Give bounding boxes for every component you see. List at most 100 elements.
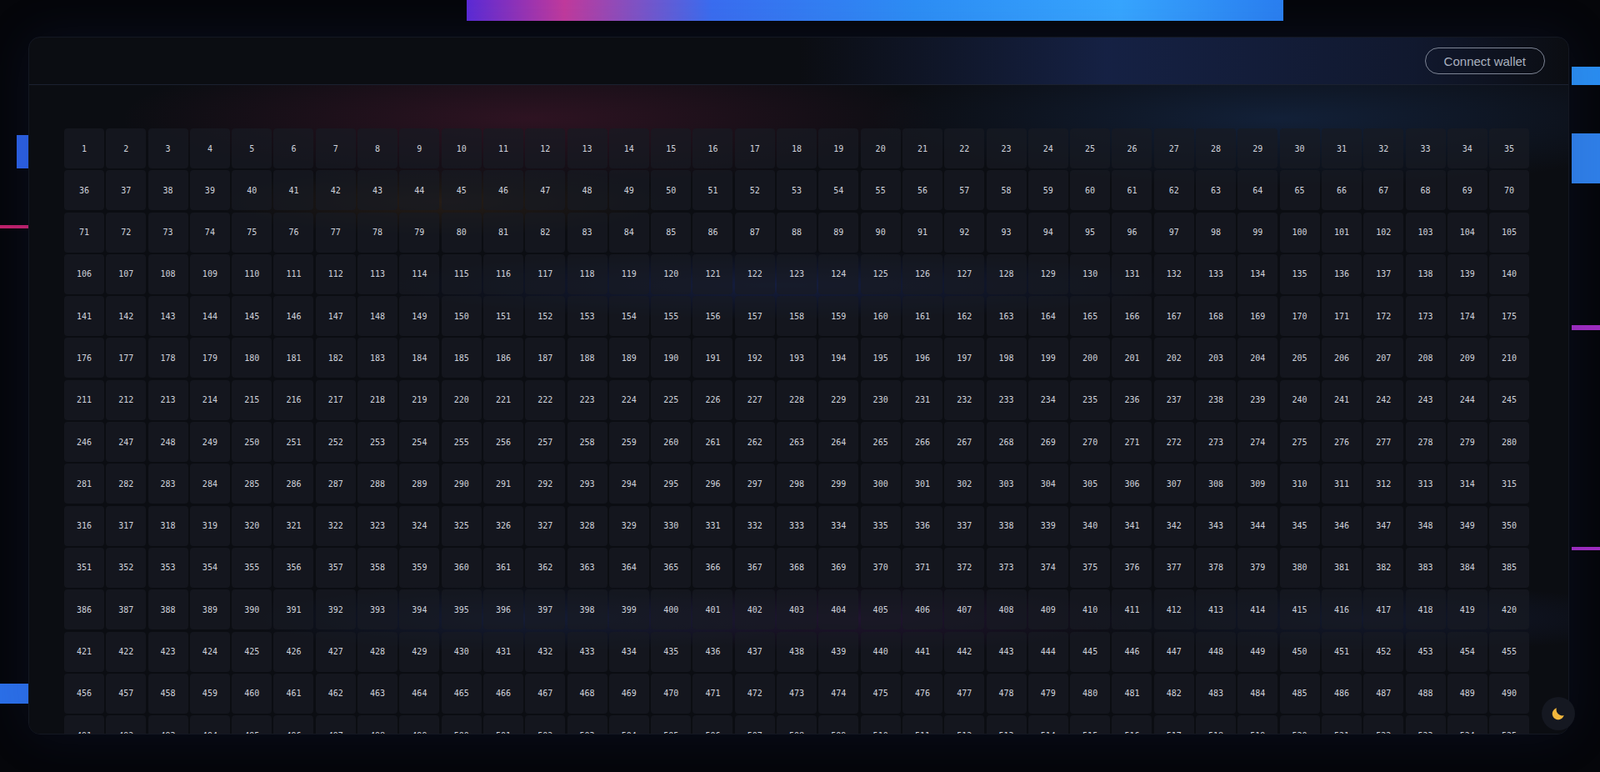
grid-cell[interactable]: 88 [776,212,817,253]
grid-cell[interactable]: 205 [1280,337,1320,378]
grid-cell[interactable]: 347 [1363,505,1404,546]
grid-cell[interactable]: 350 [1489,505,1530,546]
grid-cell[interactable]: 374 [1028,547,1069,588]
grid-cell[interactable]: 41 [273,170,314,210]
grid-cell[interactable]: 78 [357,212,398,253]
grid-cell[interactable]: 405 [860,589,901,630]
grid-cell[interactable]: 63 [1195,170,1236,210]
grid-cell[interactable]: 277 [1363,421,1404,462]
grid-cell[interactable]: 18 [776,128,817,169]
grid-cell[interactable]: 243 [1405,380,1446,420]
grid-cell[interactable]: 103 [1405,212,1446,253]
grid-cell[interactable]: 236 [1111,380,1152,420]
grid-cell[interactable]: 453 [1405,631,1446,672]
grid-cell[interactable]: 290 [441,463,482,504]
grid-cell[interactable]: 433 [567,631,608,672]
grid-cell[interactable]: 483 [1195,673,1236,714]
grid-cell[interactable]: 224 [609,380,650,420]
grid-cell[interactable]: 249 [190,421,230,462]
grid-cell[interactable]: 219 [399,380,440,420]
grid-cell[interactable]: 70 [1489,170,1530,210]
grid-cell[interactable]: 207 [1363,337,1404,378]
grid-cell[interactable]: 196 [902,337,943,378]
grid-cell[interactable]: 365 [650,547,691,588]
grid-cell[interactable]: 457 [105,673,146,714]
grid-cell[interactable]: 5 [231,128,272,169]
grid-cell[interactable]: 466 [483,673,524,714]
grid-cell[interactable]: 425 [231,631,272,672]
grid-cell[interactable]: 68 [1405,170,1446,210]
grid-cell[interactable]: 314 [1447,463,1488,504]
grid-cell[interactable]: 458 [148,673,189,714]
grid-cell[interactable]: 193 [776,337,817,378]
grid-cell[interactable]: 475 [860,673,901,714]
grid-cell[interactable]: 354 [190,547,230,588]
grid-cell[interactable]: 123 [776,254,817,295]
grid-cell[interactable]: 101 [1321,212,1362,253]
grid-cell[interactable]: 111 [273,254,314,295]
grid-cell[interactable]: 280 [1489,421,1530,462]
grid-cell[interactable]: 10 [441,128,482,169]
grid-cell[interactable]: 432 [525,631,565,672]
grid-cell[interactable]: 93 [986,212,1027,253]
grid-cell[interactable]: 320 [231,505,272,546]
grid-cell[interactable]: 476 [902,673,943,714]
grid-cell[interactable]: 246 [64,421,105,462]
grid-cell[interactable]: 56 [902,170,943,210]
grid-cell[interactable]: 69 [1447,170,1488,210]
grid-cell[interactable]: 407 [944,589,985,630]
grid-cell[interactable]: 278 [1405,421,1446,462]
grid-cell[interactable]: 133 [1195,254,1236,295]
grid-cell[interactable]: 298 [776,463,817,504]
grid-cell[interactable]: 332 [735,505,775,546]
grid-cell[interactable]: 522 [1363,715,1404,734]
grid-cell[interactable]: 258 [567,421,608,462]
grid-cell[interactable]: 500 [441,715,482,734]
grid-cell[interactable]: 232 [944,380,985,420]
grid-cell[interactable]: 39 [190,170,230,210]
grid-cell[interactable]: 358 [357,547,398,588]
grid-cell[interactable]: 333 [776,505,817,546]
grid-cell[interactable]: 305 [1070,463,1110,504]
grid-cell[interactable]: 131 [1111,254,1152,295]
grid-cell[interactable]: 406 [902,589,943,630]
grid-cell[interactable]: 446 [1111,631,1152,672]
grid-cell[interactable]: 397 [525,589,565,630]
grid-cell[interactable]: 141 [64,295,105,336]
grid-cell[interactable]: 160 [860,295,901,336]
grid-cell[interactable]: 91 [902,212,943,253]
grid-cell[interactable]: 465 [441,673,482,714]
grid-cell[interactable]: 327 [525,505,565,546]
grid-cell[interactable]: 37 [105,170,146,210]
grid-cell[interactable]: 345 [1280,505,1320,546]
grid-cell[interactable]: 130 [1070,254,1110,295]
grid-cell[interactable]: 423 [148,631,189,672]
grid-cell[interactable]: 144 [190,295,230,336]
grid-cell[interactable]: 518 [1195,715,1236,734]
grid-cell[interactable]: 357 [315,547,356,588]
grid-cell[interactable]: 399 [609,589,650,630]
grid-cell[interactable]: 61 [1111,170,1152,210]
grid-cell[interactable]: 106 [64,254,105,295]
grid-cell[interactable]: 48 [567,170,608,210]
grid-cell[interactable]: 266 [902,421,943,462]
grid-cell[interactable]: 191 [692,337,733,378]
grid-cell[interactable]: 125 [860,254,901,295]
grid-cell[interactable]: 338 [986,505,1027,546]
grid-cell[interactable]: 510 [860,715,901,734]
grid-cell[interactable]: 44 [399,170,440,210]
grid-cell[interactable]: 484 [1237,673,1278,714]
grid-cell[interactable]: 516 [1111,715,1152,734]
grid-cell[interactable]: 4 [190,128,230,169]
grid-cell[interactable]: 469 [609,673,650,714]
grid-cell[interactable]: 156 [692,295,733,336]
grid-cell[interactable]: 392 [315,589,356,630]
grid-cell[interactable]: 507 [735,715,775,734]
grid-cell[interactable]: 449 [1237,631,1278,672]
grid-cell[interactable]: 34 [1447,128,1488,169]
grid-cell[interactable]: 6 [273,128,314,169]
grid-cell[interactable]: 114 [399,254,440,295]
grid-cell[interactable]: 369 [818,547,859,588]
grid-cell[interactable]: 241 [1321,380,1362,420]
grid-cell[interactable]: 171 [1321,295,1362,336]
